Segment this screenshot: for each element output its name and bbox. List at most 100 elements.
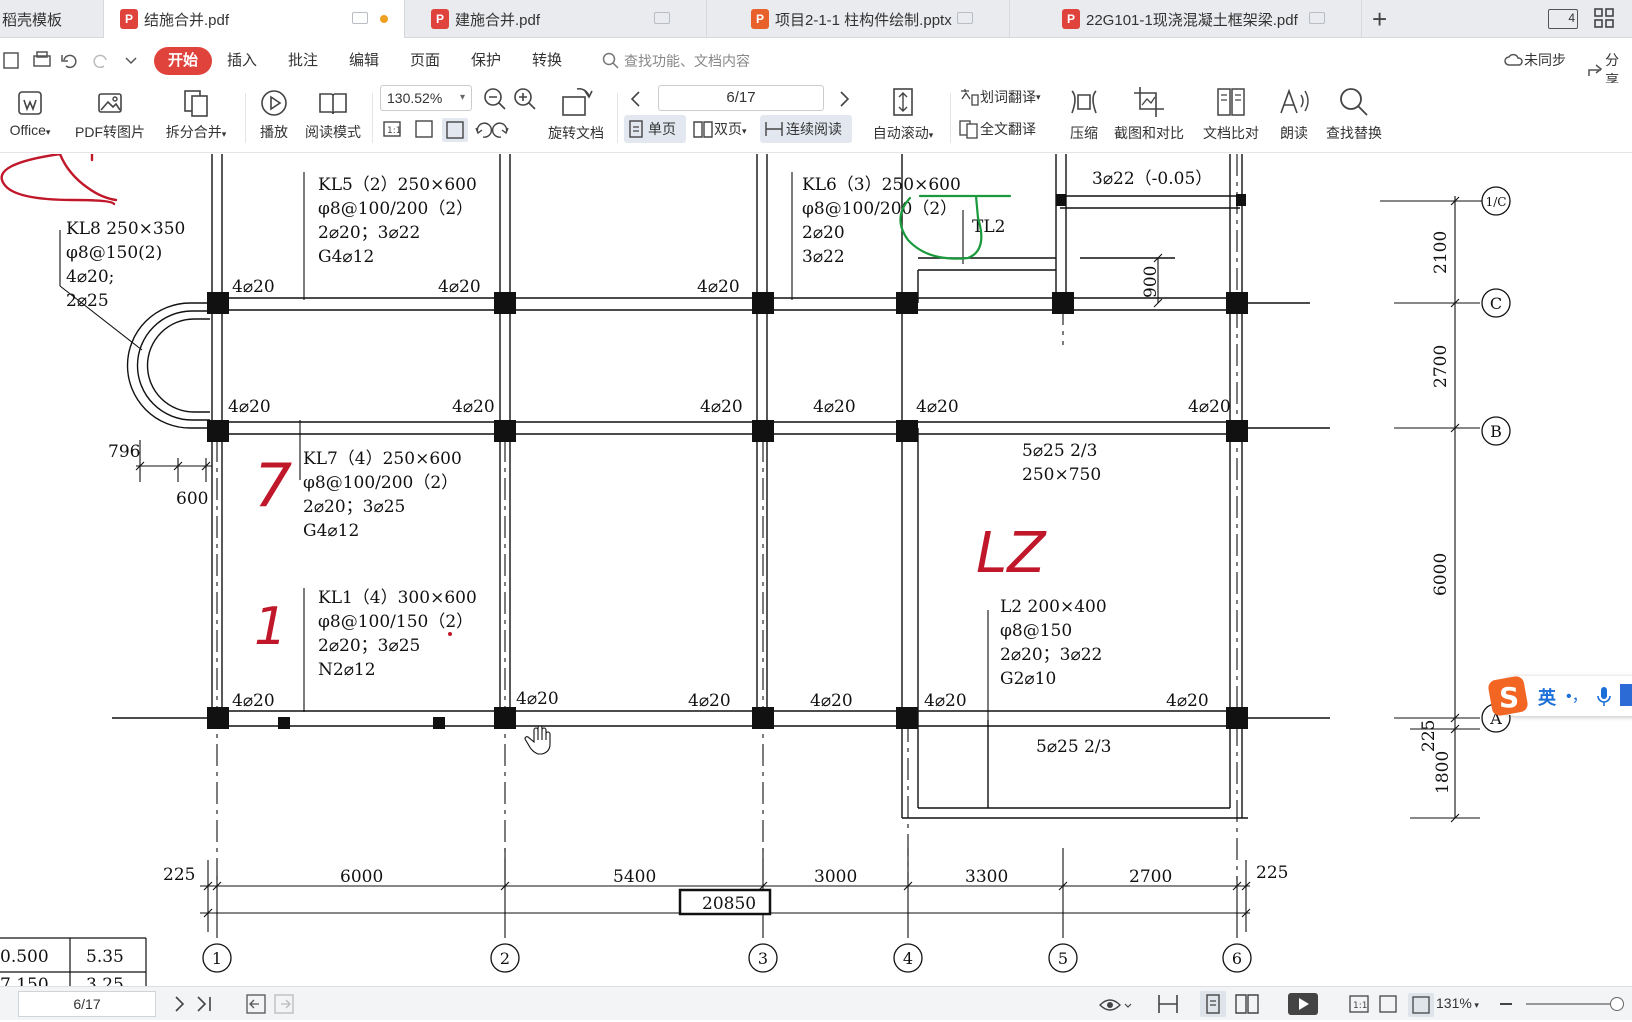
new-tab-button[interactable]: + — [1372, 4, 1387, 35]
double-page-button[interactable]: 双页▾ — [690, 115, 756, 143]
auto-scroll-button[interactable]: 自动滚动▾ — [866, 85, 940, 143]
ribbon-toolbar: Office▾ PDF转图片 拆分合并▾ 播放 阅读模式 130.52% ▾ 1… — [0, 83, 1632, 153]
axis-c: C — [1490, 294, 1502, 313]
structural-drawing: KL8 250×350 φ8@150(2) 4⌀20; 2⌀25 KL5（2）2… — [0, 154, 1511, 986]
zoom-slider-track[interactable] — [1526, 1003, 1622, 1005]
office-icon — [18, 91, 42, 115]
menu-convert[interactable]: 转换 — [532, 47, 562, 75]
zoom-out-minus-icon[interactable] — [1500, 1003, 1512, 1005]
microphone-icon[interactable] — [1596, 686, 1612, 708]
tab-label: 结施合并.pdf — [144, 11, 230, 29]
dim-6000: 6000 — [340, 867, 383, 887]
continuous-view-icon[interactable] — [1156, 993, 1180, 1015]
ime-toolbar[interactable]: S 英 •， — [1488, 676, 1632, 716]
window-count-icon[interactable]: 4 — [1548, 9, 1578, 29]
rebar-label: 4⌀20 — [438, 277, 481, 297]
prev-page-icon[interactable] — [628, 89, 644, 109]
search-icon — [602, 52, 619, 69]
ime-punct[interactable]: •， — [1566, 682, 1588, 706]
desktop-icon[interactable] — [957, 12, 973, 24]
play-button[interactable]: 播放 — [252, 88, 296, 142]
back-forward-icons[interactable] — [246, 994, 296, 1014]
divider — [245, 93, 246, 143]
word-translate-button[interactable]: 划词翻译 ▾ — [958, 87, 1041, 107]
table-cell: 3.25 — [86, 975, 124, 986]
l2-line-3: 2⌀20；3⌀22 — [1000, 645, 1102, 665]
full-translate-button[interactable]: 全文翻译 — [958, 119, 1036, 139]
tab-architecture-pdf[interactable]: P 建施合并.pdf — [405, 0, 707, 38]
pdf-to-image-button[interactable]: PDF转图片 — [70, 88, 150, 142]
compress-button[interactable]: 压缩 — [1062, 85, 1106, 143]
red-scribble-topleft — [0, 154, 118, 206]
page-input[interactable]: 6/17 — [658, 85, 824, 111]
continuous-read-button[interactable]: 连续阅读 — [760, 115, 852, 143]
svg-text:1:1: 1:1 — [387, 126, 401, 136]
split-merge-icon — [184, 90, 208, 117]
tab-structure-pdf[interactable]: P 结施合并.pdf — [104, 0, 405, 38]
read-aloud-button[interactable]: 朗读 — [1272, 85, 1316, 143]
menu-start[interactable]: 开始 — [154, 47, 213, 75]
find-replace-button[interactable]: 查找替换 — [1318, 85, 1390, 143]
next-page-icon[interactable] — [836, 89, 852, 109]
play-slideshow-button[interactable] — [1288, 993, 1318, 1015]
desktop-icon[interactable] — [1309, 12, 1325, 24]
grid-view-icon[interactable] — [1594, 8, 1614, 28]
frame-lines — [112, 154, 1330, 819]
dim-total: 20850 — [702, 894, 756, 914]
tab-label: 稻壳模板 — [2, 11, 63, 29]
menu-annotate[interactable]: 批注 — [288, 47, 318, 75]
search-box[interactable]: 查找功能、文档内容 — [602, 48, 862, 74]
ime-lang[interactable]: 英 — [1538, 684, 1556, 710]
table-cell: 0.500 — [0, 947, 49, 967]
double-view-icon[interactable] — [1234, 993, 1260, 1015]
eye-protection-icon[interactable] — [1098, 995, 1132, 1015]
search-placeholder: 查找功能、文档内容 — [624, 53, 750, 69]
read-mode-button[interactable]: 阅读模式 — [300, 88, 366, 142]
zoom-in-icon[interactable] — [512, 86, 538, 112]
sync-button[interactable]: 未同步 — [1504, 50, 1566, 70]
doc-compare-button[interactable]: 文档比对 — [1196, 85, 1266, 143]
dim-900: 900 — [1141, 266, 1161, 298]
window-count: 4 — [1568, 11, 1575, 25]
right-dimensions: 2100 2700 6000 225 1800 — [1419, 231, 1453, 794]
dim-3000: 3000 — [814, 867, 857, 887]
desktop-icon[interactable] — [352, 12, 368, 24]
axis-bubbles — [202, 186, 1511, 973]
dim-225-right: 225 — [1256, 863, 1288, 883]
office-button[interactable]: Office▾ — [0, 88, 60, 138]
single-page-button[interactable]: 单页 — [624, 115, 686, 143]
split-merge-button[interactable]: 拆分合并▾ — [156, 88, 236, 142]
tab-docer-templates[interactable]: 稻壳模板 — [0, 0, 104, 38]
single-view-button[interactable] — [1200, 991, 1226, 1017]
menu-insert[interactable]: 插入 — [227, 47, 257, 75]
handwritten-seven: 7 — [254, 451, 292, 521]
menu-edit[interactable]: 编辑 — [349, 47, 379, 75]
menu-protect[interactable]: 保护 — [471, 47, 501, 75]
tab-column-pptx[interactable]: P 项目2-1-1 柱构件绘制.pptx — [707, 0, 1010, 38]
top-right-note: 3⌀22（-0.05） — [1092, 169, 1212, 189]
page-icon — [1206, 994, 1220, 1014]
view-fit-icons[interactable]: 1:1 — [382, 117, 512, 143]
zoom-slider-handle[interactable] — [1610, 997, 1624, 1011]
desktop-icon[interactable] — [654, 12, 670, 24]
next-last-page-icons[interactable] — [172, 995, 216, 1013]
ime-more-icon[interactable] — [1620, 684, 1632, 706]
screenshot-compare-button[interactable]: 截图和对比 — [1110, 85, 1188, 143]
rotate-document-button[interactable]: 旋转文档 — [540, 85, 612, 143]
svg-text:S: S — [1499, 681, 1519, 714]
rotate-icon — [562, 87, 593, 116]
status-page-input[interactable]: 6/17 — [18, 991, 156, 1017]
quick-access-icons[interactable] — [2, 50, 142, 72]
zoom-level[interactable]: 131% ▾ — [1436, 995, 1479, 1011]
handwritten-one: 1 — [254, 597, 287, 657]
fit-view-icons[interactable]: 1:1 — [1348, 993, 1444, 1017]
document-canvas[interactable]: KL8 250×350 φ8@150(2) 4⌀20; 2⌀25 KL5（2）2… — [0, 154, 1632, 986]
dim-2700: 2700 — [1129, 867, 1172, 887]
zoom-out-icon[interactable] — [482, 86, 508, 112]
zoom-select[interactable]: 130.52% ▾ — [380, 85, 472, 111]
b-right-line-1: 5⌀25 2/3 — [1022, 441, 1097, 461]
menu-page[interactable]: 页面 — [410, 47, 440, 75]
l2-line-1: L2 200×400 — [1000, 597, 1107, 617]
tab-22g101-pdf[interactable]: P 22G101-1现浇混凝土框架梁.pdf — [1010, 0, 1362, 38]
rebar-label: 4⌀20 — [810, 691, 853, 711]
